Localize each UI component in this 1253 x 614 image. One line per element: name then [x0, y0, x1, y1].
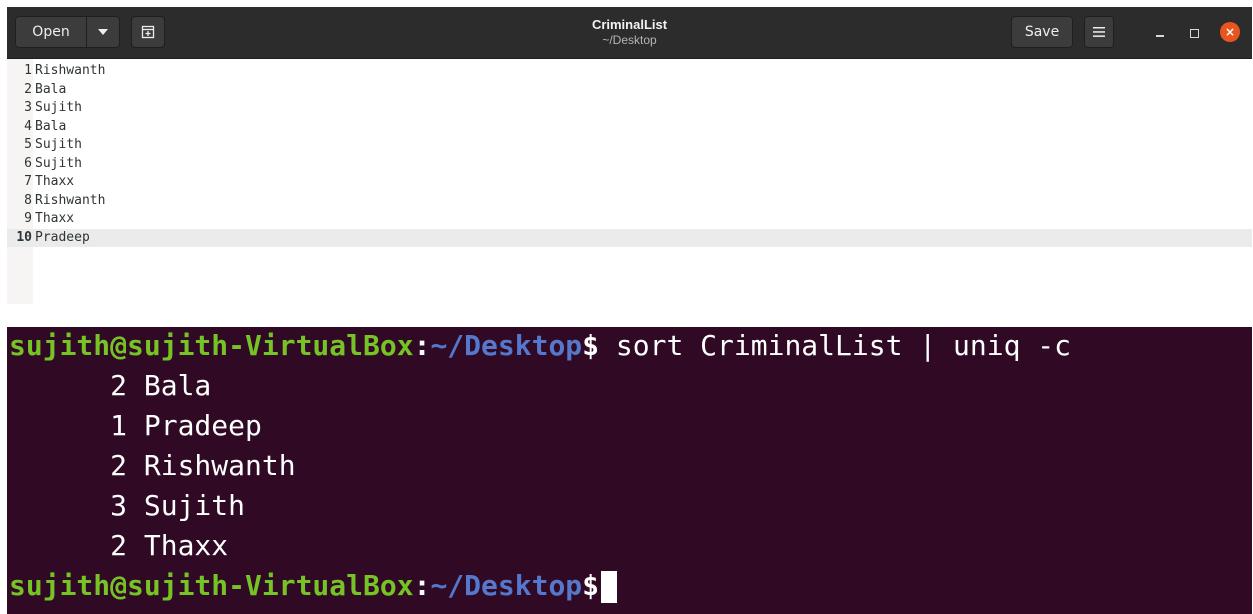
line-text: Sujith [35, 155, 82, 171]
maximize-button[interactable] [1185, 24, 1203, 42]
line-text: Rishwanth [35, 63, 106, 78]
line-number: 8 [24, 192, 32, 208]
terminal-cursor [601, 571, 618, 603]
line-number: 10 [16, 229, 32, 245]
hamburger-icon [1093, 27, 1105, 37]
line-text: Thaxx [35, 174, 75, 189]
close-button[interactable]: × [1220, 22, 1240, 42]
line-text: Bala [35, 81, 67, 97]
line-text: Sujith [35, 137, 82, 152]
output-line: 2 Bala [9, 369, 212, 402]
line-number: 5 [24, 137, 32, 152]
close-icon: × [1224, 25, 1236, 39]
line-text: Pradeep [35, 229, 90, 245]
prompt-symbol: $ [582, 329, 600, 362]
command-line: sujith@sujith-VirtualBox:~/Desktop$ sort… [9, 327, 1071, 365]
line-number: 3 [24, 100, 32, 115]
editor-line[interactable]: 3 Sujith [7, 99, 1252, 118]
line-text: Bala [35, 118, 67, 134]
text-view[interactable]: 1 Rishwanth 2 Bala 3 Sujith 4 Bala 5 Sujith 6 Sujit… [7, 59, 1252, 304]
hamburger-menu-button[interactable] [1084, 16, 1114, 48]
editor-line[interactable]: 6 Sujith [7, 155, 1252, 174]
output-line: 2 Rishwanth [9, 449, 296, 482]
editor-line[interactable]: 5 Sujith [7, 136, 1252, 155]
chevron-down-icon [98, 29, 108, 35]
line-text: Rishwanth [35, 192, 106, 208]
prompt-colon: : [413, 569, 431, 602]
save-button[interactable]: Save [1011, 16, 1073, 48]
output-line: 1 Pradeep [9, 409, 262, 442]
line-number: 7 [24, 174, 32, 189]
prompt-user: sujith@sujith-VirtualBox [9, 329, 414, 362]
prompt-path: ~/Desktop [430, 329, 583, 362]
editor-line[interactable]: 2 Bala [7, 81, 1252, 100]
line-number: 6 [24, 155, 32, 171]
prompt-user: sujith@sujith-VirtualBox [9, 569, 414, 602]
minimize-icon [1156, 35, 1164, 37]
editor-line[interactable]: 7 Thaxx [7, 173, 1252, 192]
command-text: sort CriminalList | uniq -c [599, 329, 1072, 362]
line-number: 2 [24, 81, 32, 97]
line-number: 4 [24, 118, 32, 134]
prompt-path: ~/Desktop [430, 569, 583, 602]
open-dropdown-button[interactable] [86, 16, 120, 48]
new-tab-button[interactable] [131, 16, 165, 48]
new-tab-icon [141, 25, 155, 39]
prompt-symbol: $ [582, 569, 600, 602]
line-text: Thaxx [35, 211, 75, 226]
gedit-window: Open CriminalList ~/Desktop Save × 1 Ris… [7, 7, 1252, 304]
line-text: Sujith [35, 100, 82, 115]
editor-line[interactable]: 9 Thaxx [7, 210, 1252, 229]
active-prompt-line: sujith@sujith-VirtualBox:~/Desktop$ [9, 567, 618, 605]
output-line: 2 Thaxx [9, 529, 229, 562]
line-number: 9 [24, 211, 32, 226]
open-button[interactable]: Open [15, 16, 87, 48]
header-bar: Open CriminalList ~/Desktop Save × [7, 7, 1252, 59]
editor-line[interactable]: 8 Rishwanth [7, 192, 1252, 211]
maximize-icon [1189, 28, 1199, 38]
terminal-window[interactable]: sujith@sujith-VirtualBox:~/Desktop$ sort… [7, 327, 1252, 614]
minimize-button[interactable] [1151, 24, 1169, 42]
prompt-colon: : [413, 329, 431, 362]
editor-line[interactable]: 4 Bala [7, 118, 1252, 137]
editor-line[interactable]: 10 Pradeep [7, 228, 1252, 247]
editor-line[interactable]: 1 Rishwanth [7, 62, 1252, 81]
line-number: 1 [24, 63, 32, 78]
output-line: 3 Sujith [9, 489, 246, 522]
